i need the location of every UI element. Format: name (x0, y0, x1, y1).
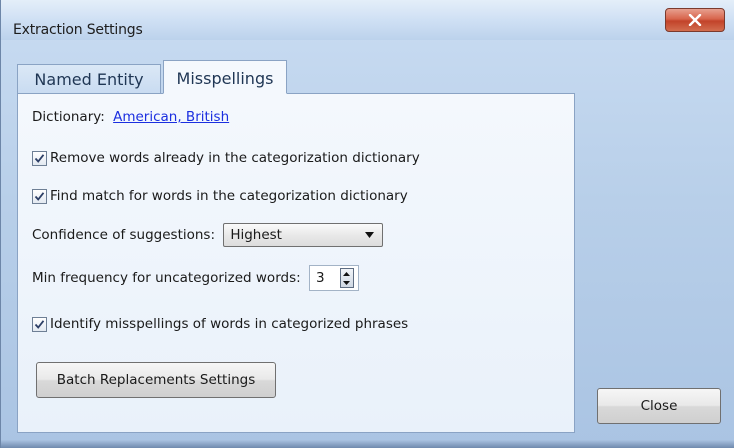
window-close-button[interactable] (665, 8, 725, 32)
find-match-checkbox[interactable] (32, 188, 47, 204)
min-frequency-stepper[interactable]: 3 (308, 265, 359, 291)
batch-replacements-button[interactable]: Batch Replacements Settings (36, 362, 276, 398)
window-title: Extraction Settings (13, 22, 143, 38)
identify-misspellings-checkbox[interactable] (32, 316, 47, 332)
remove-words-label: Remove words already in the categorizati… (50, 150, 420, 166)
close-button[interactable]: Close (597, 388, 721, 424)
min-frequency-row: Min frequency for uncategorized words: 3 (32, 265, 359, 291)
confidence-select[interactable]: Highest (223, 223, 384, 247)
confidence-value: Highest (230, 227, 282, 243)
dictionary-label: Dictionary: (32, 109, 105, 125)
confidence-row: Confidence of suggestions: Highest (32, 223, 384, 247)
checkmark-icon (34, 153, 45, 163)
identify-misspellings-label: Identify misspellings of words in catego… (50, 316, 409, 332)
find-match-row[interactable]: Find match for words in the categorizati… (32, 188, 408, 204)
dictionary-row: Dictionary: American, British (32, 109, 229, 125)
find-match-label: Find match for words in the categorizati… (50, 188, 408, 204)
min-frequency-label: Min frequency for uncategorized words: (32, 270, 301, 286)
confidence-label: Confidence of suggestions: (32, 227, 216, 243)
window-bottom-edge (1, 440, 734, 448)
spin-down-arrow[interactable] (341, 278, 353, 287)
spin-arrows-icon[interactable] (339, 268, 354, 288)
misspellings-panel: Dictionary: American, British Remove wor… (17, 93, 575, 433)
chevron-down-icon (365, 232, 375, 238)
close-icon (688, 14, 702, 26)
tab-named-entity[interactable]: Named Entity (17, 64, 161, 94)
checkmark-icon (34, 319, 45, 329)
identify-misspellings-row[interactable]: Identify misspellings of words in catego… (32, 316, 408, 332)
min-frequency-value[interactable]: 3 (316, 270, 336, 286)
tab-misspellings[interactable]: Misspellings (163, 60, 287, 94)
spin-up-arrow[interactable] (341, 269, 353, 278)
remove-words-checkbox[interactable] (32, 150, 47, 166)
checkmark-icon (34, 191, 45, 201)
extraction-settings-window: Extraction Settings Named Entity Misspel… (0, 0, 734, 448)
dictionary-link[interactable]: American, British (113, 109, 229, 125)
remove-words-row[interactable]: Remove words already in the categorizati… (32, 150, 420, 166)
title-bar: Extraction Settings (1, 0, 734, 40)
